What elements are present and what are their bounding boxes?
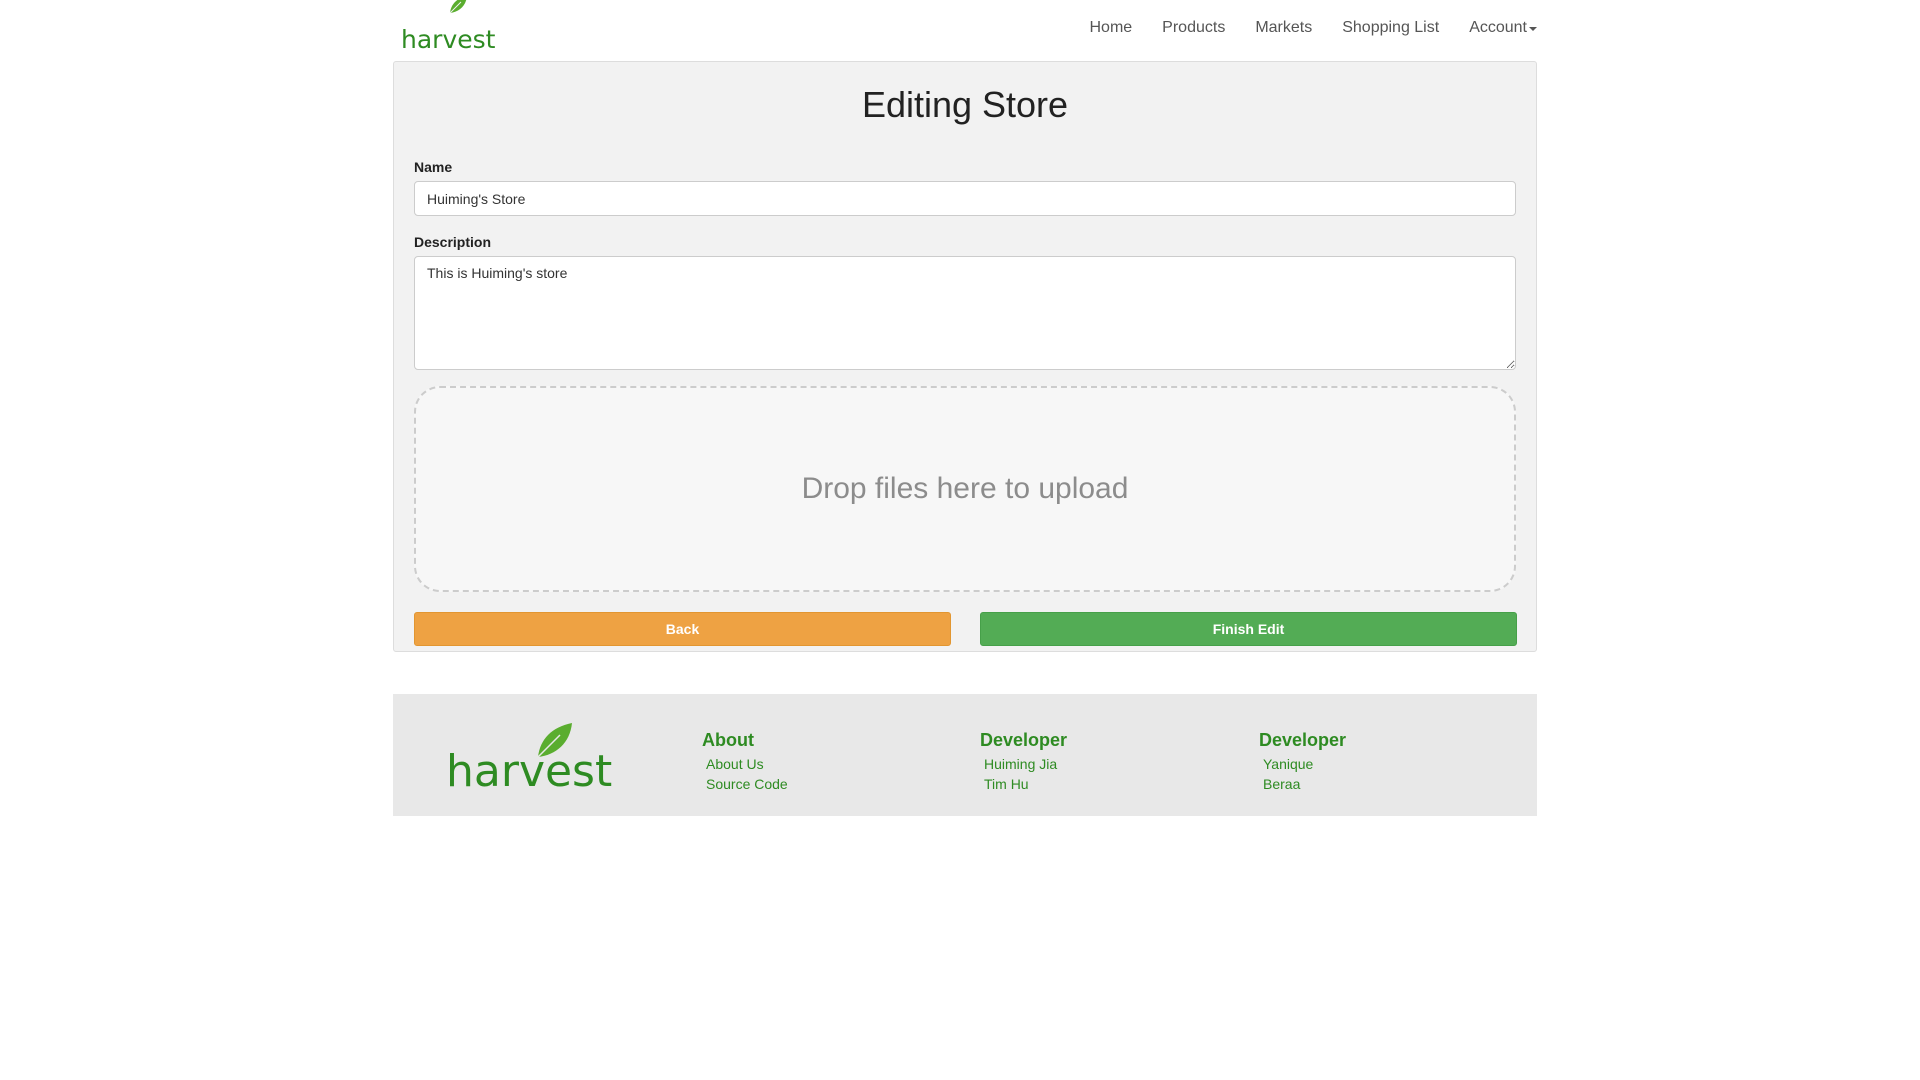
back-button-label: Back: [665, 621, 700, 637]
nav-home-label: Home: [1089, 18, 1133, 36]
footer-col-about: About About Us Source Code: [702, 730, 788, 794]
leaf-icon: [449, 0, 467, 14]
nav-markets[interactable]: Markets: [1255, 19, 1312, 37]
description-label: Description: [414, 234, 492, 250]
navbar: harvest Home Products Markets Shopping L…: [393, 0, 1537, 60]
footer-link-about-us[interactable]: About Us: [706, 754, 788, 774]
nav-home[interactable]: Home: [1089, 19, 1132, 37]
nav-account-label: Account: [1469, 18, 1527, 36]
footer-heading-about: About: [702, 730, 754, 750]
page-title: Editing Store: [861, 84, 1069, 125]
caret-down-icon: [1529, 26, 1537, 31]
footer-logo-text: harvest: [446, 746, 613, 797]
nav-markets-label: Markets: [1255, 18, 1313, 36]
name-label: Name: [414, 159, 453, 175]
footer-link-huiming-jia[interactable]: Huiming Jia: [984, 754, 1067, 774]
finish-edit-button-label: Finish Edit: [1212, 621, 1285, 637]
nav-shopping-list-label: Shopping List: [1342, 18, 1440, 36]
nav-products[interactable]: Products: [1162, 19, 1225, 37]
nav-menu: Home Products Markets Shopping List Acco…: [1059, 0, 1537, 55]
footer-col-developer-1: Developer Huiming Jia Tim Hu: [980, 730, 1067, 794]
footer-logo: harvest: [446, 723, 616, 797]
description-textarea[interactable]: This is Huiming's store: [414, 256, 1516, 370]
file-dropzone[interactable]: Drop files here to upload: [414, 386, 1516, 592]
nav-products-label: Products: [1162, 18, 1226, 36]
edit-store-panel: Editing Store Name Description This is H…: [393, 61, 1537, 652]
footer-link-source-code[interactable]: Source Code: [706, 774, 788, 794]
footer-leaf-icon: [537, 723, 572, 758]
name-input[interactable]: [414, 181, 1516, 216]
brand-logo[interactable]: harvest: [401, 0, 496, 54]
footer-link-yanique[interactable]: Yanique: [1263, 754, 1346, 774]
footer-link-tim-hu[interactable]: Tim Hu: [984, 774, 1067, 794]
footer-col-developer-2: Developer Yanique Beraa: [1259, 730, 1346, 794]
back-button[interactable]: Back: [414, 612, 951, 646]
footer-heading-developer: Developer: [980, 730, 1068, 750]
footer-heading-developer: Developer: [1259, 730, 1347, 750]
dropzone-message: Drop files here to upload: [801, 472, 1129, 505]
nav-shopping-list[interactable]: Shopping List: [1342, 19, 1439, 37]
footer-link-beraa[interactable]: Beraa: [1263, 774, 1346, 794]
brand-logo-text: harvest: [401, 25, 496, 54]
footer: harvest About About Us Source Code Devel…: [393, 694, 1537, 816]
finish-edit-button[interactable]: Finish Edit: [980, 612, 1517, 646]
nav-account-dropdown[interactable]: Account: [1469, 19, 1537, 37]
